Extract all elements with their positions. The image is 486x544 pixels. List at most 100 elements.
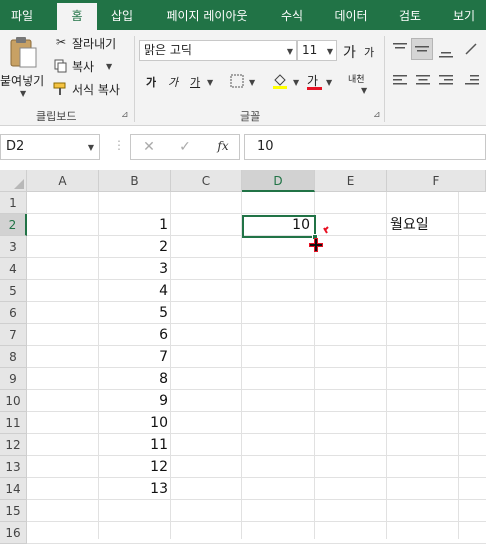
tab-home[interactable]: 홈 (57, 3, 97, 30)
row-header-6[interactable]: 6 (0, 302, 27, 324)
ribbon-separator (134, 36, 135, 122)
row-header-16[interactable]: 16 (0, 522, 27, 544)
cell-b5[interactable]: 4 (99, 280, 171, 302)
cell-b6[interactable]: 5 (99, 302, 171, 324)
insert-function-button[interactable]: fx (213, 139, 233, 153)
format-painter-button[interactable]: 서식 복사 (72, 81, 120, 98)
decrease-indent-icon[interactable] (464, 74, 480, 88)
column-gridline (458, 192, 459, 539)
paste-button[interactable]: 붙여넣기 ▼ (0, 34, 46, 100)
paste-dropdown-icon[interactable]: ▼ (20, 89, 26, 98)
underline-button[interactable]: 가 (190, 74, 200, 90)
column-header-d[interactable]: D (242, 170, 315, 192)
name-box[interactable]: D2 ▼ (0, 134, 100, 160)
fill-color-icon[interactable] (272, 72, 288, 90)
cell-f2[interactable]: 월요일 (390, 214, 486, 236)
row-header-14[interactable]: 14 (0, 478, 27, 500)
cell-b9[interactable]: 8 (99, 368, 171, 390)
column-header-a[interactable]: A (27, 170, 99, 192)
column-header-c[interactable]: C (171, 170, 242, 192)
shrink-font-button[interactable]: 가 (364, 44, 374, 60)
font-size-value: 11 (302, 43, 318, 57)
row-header-5[interactable]: 5 (0, 280, 27, 302)
cell-b3[interactable]: 2 (99, 236, 171, 258)
cell-b13[interactable]: 12 (99, 456, 171, 478)
phonetic-button[interactable]: 내천 (348, 72, 365, 85)
row-gridline (27, 389, 486, 390)
font-launcher-icon[interactable]: ⊿ (373, 110, 381, 120)
row-header-3[interactable]: 3 (0, 236, 27, 258)
tab-view[interactable]: 보기 (442, 0, 486, 30)
font-size-dropdown-icon[interactable]: ▼ (327, 42, 333, 61)
font-color-bar (307, 87, 322, 90)
enter-icon[interactable]: ✓ (177, 139, 193, 155)
font-name-value: 맑은 고딕 (144, 43, 192, 57)
cell-b14[interactable]: 13 (99, 478, 171, 500)
tab-file[interactable]: 파일 (0, 0, 44, 30)
font-name-combo[interactable]: 맑은 고딕 ▼ (139, 40, 297, 61)
cell-b4[interactable]: 3 (99, 258, 171, 280)
column-header-f[interactable]: F (387, 170, 486, 192)
borders-dropdown-icon[interactable]: ▼ (249, 78, 255, 87)
copy-button[interactable]: 복사 (72, 58, 94, 75)
fill-color-dropdown-icon[interactable]: ▼ (293, 78, 299, 87)
name-box-dropdown-icon[interactable]: ▼ (88, 136, 94, 160)
cut-button[interactable]: 잘라내기 (72, 35, 116, 52)
row-header-8[interactable]: 8 (0, 346, 27, 368)
worksheet-grid[interactable]: A B C D E F 1 2 1 3 2 4 3 5 4 6 5 7 6 8 7 9 8 10 9 11 10 12 11 13 12 14… (0, 170, 486, 544)
cancel-icon[interactable]: ✕ (141, 139, 157, 155)
paste-icon (10, 37, 37, 68)
align-bottom-icon[interactable] (438, 44, 454, 58)
align-middle-button[interactable] (411, 38, 433, 60)
cell-b10[interactable]: 9 (99, 390, 171, 412)
row-gridline (27, 257, 486, 258)
row-header-2[interactable]: 2 (0, 214, 27, 236)
align-top-icon[interactable] (392, 42, 408, 56)
row-header-7[interactable]: 7 (0, 324, 27, 346)
formula-bar-grip-icon: ⋮ (113, 138, 125, 152)
row-gridline (27, 301, 486, 302)
copy-dropdown-icon[interactable]: ▼ (106, 62, 112, 71)
row-header-10[interactable]: 10 (0, 390, 27, 412)
font-name-dropdown-icon[interactable]: ▼ (287, 42, 293, 61)
tab-data[interactable]: 데이터 (325, 0, 377, 30)
cell-b8[interactable]: 7 (99, 346, 171, 368)
cell-b12[interactable]: 11 (99, 434, 171, 456)
row-header-15[interactable]: 15 (0, 500, 27, 522)
align-left-icon[interactable] (392, 74, 408, 88)
grow-font-button[interactable]: 가 (343, 42, 356, 62)
select-all-triangle-icon (14, 179, 24, 189)
tab-page-layout[interactable]: 페이지 레이아웃 (155, 0, 259, 30)
row-header-13[interactable]: 13 (0, 456, 27, 478)
tab-formulas[interactable]: 수식 (270, 0, 314, 30)
cell-b2[interactable]: 1 (99, 214, 171, 236)
italic-button[interactable]: 가 (168, 74, 178, 90)
tab-insert[interactable]: 삽입 (100, 0, 144, 30)
align-right-icon[interactable] (438, 74, 454, 88)
phonetic-dropdown-icon[interactable]: ▼ (361, 86, 367, 95)
row-header-1[interactable]: 1 (0, 192, 27, 214)
cell-b11[interactable]: 10 (99, 412, 171, 434)
font-color-dropdown-icon[interactable]: ▼ (326, 78, 332, 87)
orientation-icon[interactable] (464, 42, 478, 56)
row-header-9[interactable]: 9 (0, 368, 27, 390)
column-gridline (386, 192, 387, 539)
tab-review[interactable]: 검토 (388, 0, 432, 30)
underline-dropdown-icon[interactable]: ▼ (207, 78, 213, 87)
row-gridline (27, 477, 486, 478)
font-size-combo[interactable]: 11 ▼ (297, 40, 337, 61)
align-center-icon[interactable] (415, 74, 431, 88)
column-header-e[interactable]: E (315, 170, 387, 192)
formula-input[interactable]: 10 (244, 134, 486, 160)
row-gridline (27, 455, 486, 456)
bold-button[interactable]: 가 (146, 74, 156, 90)
row-header-4[interactable]: 4 (0, 258, 27, 280)
row-header-12[interactable]: 12 (0, 434, 27, 456)
clipboard-launcher-icon[interactable]: ⊿ (121, 110, 129, 120)
row-header-11[interactable]: 11 (0, 412, 27, 434)
borders-icon[interactable] (230, 74, 244, 88)
row-gridline (27, 433, 486, 434)
select-all-corner[interactable] (0, 170, 27, 192)
cell-b7[interactable]: 6 (99, 324, 171, 346)
column-header-b[interactable]: B (99, 170, 171, 192)
